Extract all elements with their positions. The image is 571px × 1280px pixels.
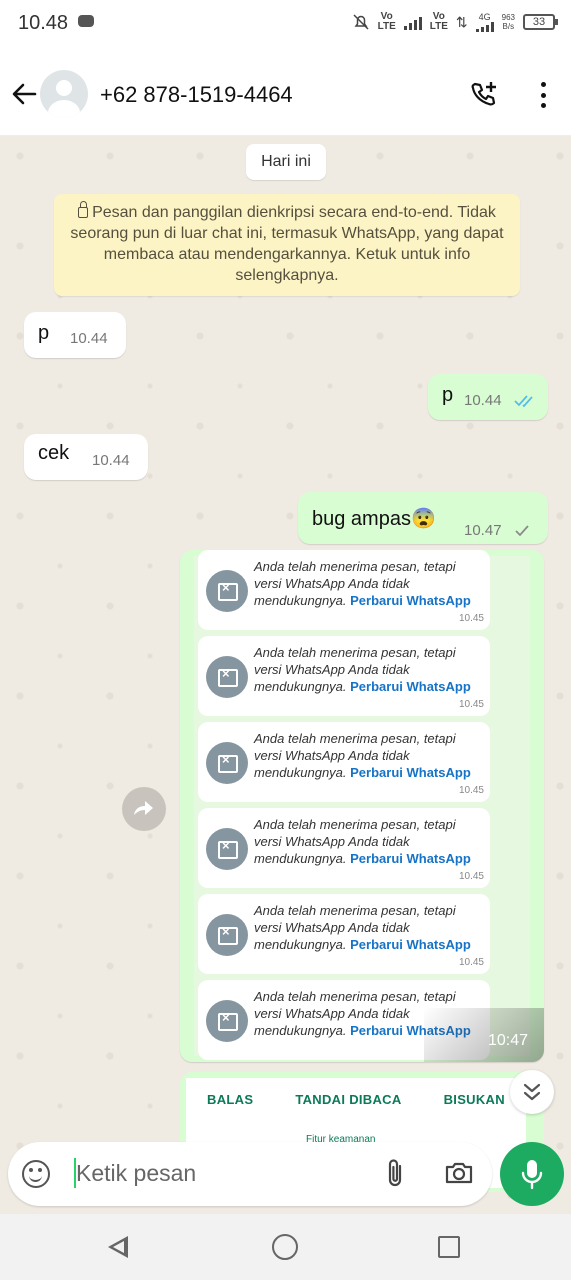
mute-action: BISUKAN (443, 1092, 505, 1107)
card-time: 10.45 (458, 785, 484, 796)
camera-icon[interactable] (444, 1160, 474, 1186)
forwarded-screenshot-message[interactable]: Anda telah menerima pesan, tetapi versi … (180, 550, 544, 1062)
encryption-notice[interactable]: Pesan dan panggilan dienkripsi secara en… (54, 194, 520, 296)
notification-actions: BALAS TANDAI DIBACA BISUKAN (186, 1092, 526, 1107)
unsupported-icon (206, 828, 248, 870)
avatar[interactable] (40, 70, 88, 118)
gamepad-icon (78, 15, 94, 27)
sent-tick-icon (515, 525, 529, 537)
battery-icon: 33 (523, 14, 558, 30)
emoji-sticker-icon[interactable] (22, 1160, 50, 1188)
message-text: cek (38, 442, 70, 464)
net-speed: 963 B/s (501, 13, 515, 31)
message-text: p (38, 322, 50, 344)
update-link: Perbarui WhatsApp (350, 679, 471, 694)
signal-1-icon (403, 14, 422, 30)
contact-name[interactable]: +62 878-1519-4464 (100, 82, 293, 108)
read-ticks-icon (514, 395, 533, 408)
microphone-icon (521, 1160, 543, 1190)
signal-2-icon (475, 21, 494, 32)
screenshot-image: Anda telah menerima pesan, tetapi versi … (194, 550, 530, 1060)
message-input[interactable]: Ketik pesan (76, 1160, 196, 1187)
update-link: Perbarui WhatsApp (350, 851, 471, 866)
card-time: 10.45 (458, 699, 484, 710)
double-chevron-down-icon (523, 1083, 541, 1101)
scroll-to-bottom-button[interactable] (510, 1070, 554, 1114)
message-time: 10.44 (92, 452, 130, 469)
message-incoming[interactable]: cek 10.44 (24, 434, 148, 480)
lock-icon (78, 201, 89, 218)
update-link: Perbarui WhatsApp (350, 937, 471, 952)
unsupported-message-card: Anda telah menerima pesan, tetapi versi … (198, 808, 490, 888)
forward-button[interactable] (122, 787, 166, 831)
clock: 10.48 (18, 12, 69, 34)
forward-icon (134, 801, 153, 815)
mark-read-action: TANDAI DIBACA (295, 1092, 402, 1107)
chat-area[interactable]: Hari ini Pesan dan panggilan dienkripsi … (0, 136, 571, 1214)
voice-message-button[interactable] (500, 1142, 564, 1206)
update-link: Perbarui WhatsApp (350, 765, 471, 780)
message-outgoing[interactable]: bug ampas😨 10.47 (298, 492, 548, 544)
unsupported-icon (206, 742, 248, 784)
update-link: Perbarui WhatsApp (350, 593, 471, 608)
card-time: 10.45 (458, 871, 484, 882)
add-call-icon[interactable] (469, 80, 499, 110)
unsupported-icon (206, 1000, 248, 1042)
back-arrow-icon[interactable] (10, 80, 38, 108)
message-incoming[interactable]: p 10.44 (24, 312, 126, 358)
message-time: 10.47 (464, 522, 502, 539)
volte-1: Vo LTE (377, 11, 396, 32)
attach-icon[interactable] (384, 1158, 406, 1188)
message-text: bug ampas😨 (312, 508, 436, 530)
system-nav-bar (0, 1214, 571, 1280)
card-time: 10.45 (458, 957, 484, 968)
overflow-menu-icon[interactable] (541, 82, 547, 108)
unsupported-message-card: Anda telah menerima pesan, tetapi versi … (198, 550, 490, 630)
unsupported-icon (206, 656, 248, 698)
message-time: 10.44 (70, 330, 108, 347)
card-time: 10.45 (458, 613, 484, 624)
network-type: 4G (478, 11, 491, 22)
unsupported-message-card: Anda telah menerima pesan, tetapi versi … (198, 636, 490, 716)
nav-back-icon[interactable] (108, 1236, 128, 1258)
nav-recents-icon[interactable] (438, 1236, 460, 1258)
chat-header: +62 878-1519-4464 (0, 52, 571, 136)
encryption-text: Pesan dan panggilan dienkripsi secara en… (70, 204, 504, 284)
unsupported-icon (206, 914, 248, 956)
message-outgoing[interactable]: p 10.44 (428, 374, 548, 420)
volte-2: Vo LTE (429, 11, 448, 32)
message-text: p (442, 384, 454, 406)
message-time: 10.44 (464, 392, 502, 409)
date-divider: Hari ini (246, 144, 326, 180)
message-time: 10:47 (487, 1032, 528, 1049)
reply-action: BALAS (207, 1092, 254, 1107)
data-arrows-icon: ⇅ (455, 13, 468, 30)
unsupported-icon (206, 570, 248, 612)
unsupported-message-card: Anda telah menerima pesan, tetapi versi … (198, 894, 490, 974)
message-composer: Ketik pesan (8, 1142, 492, 1206)
status-icons: Vo LTE Vo LTE ⇅ 4G 963 B/s 33 (352, 11, 558, 32)
status-bar: 10.48 Vo LTE Vo LTE ⇅ 4G 963 B/s 33 (0, 0, 571, 52)
mute-bell-icon (353, 14, 369, 30)
unsupported-message-card: Anda telah menerima pesan, tetapi versi … (198, 722, 490, 802)
nav-home-icon[interactable] (272, 1234, 298, 1260)
